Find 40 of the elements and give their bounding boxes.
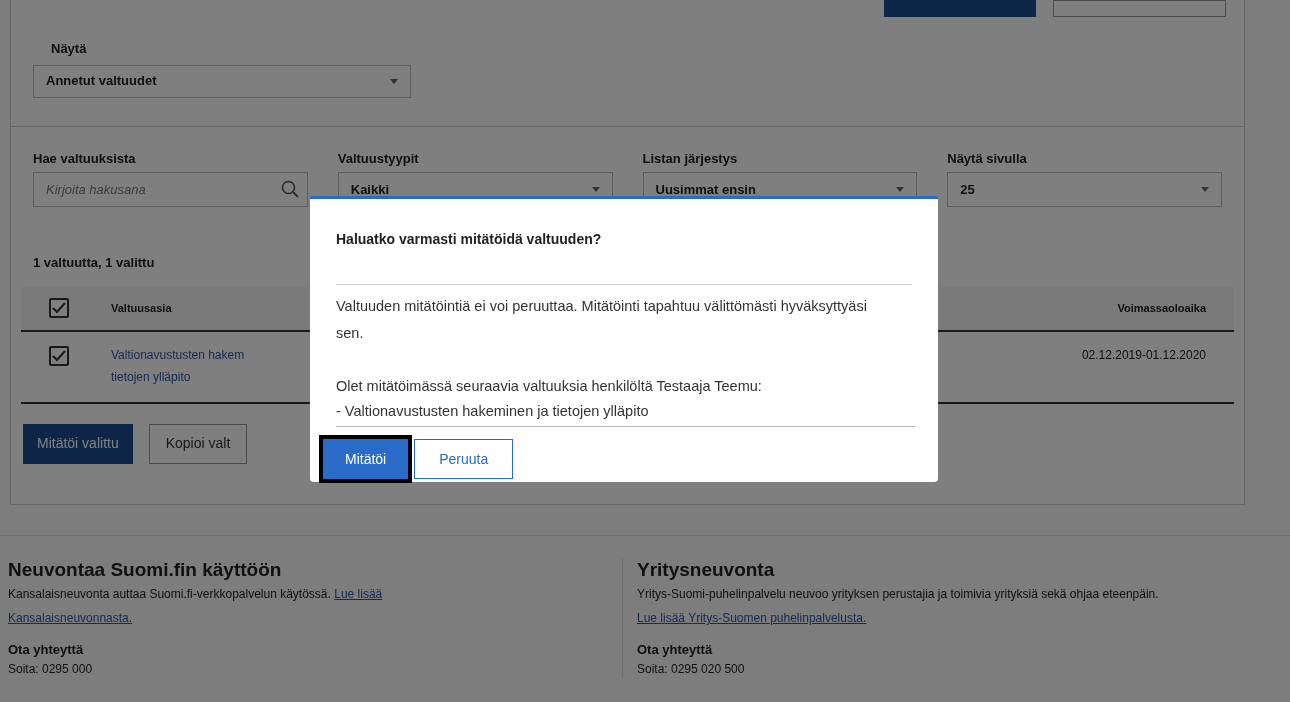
phone-text: Soita: 0295 000 [8, 661, 94, 678]
dialog-list-item: - Valtionavustusten hakeminen ja tietojen ylläpito [336, 402, 650, 421]
validity-cell-text: 02.12.2019-01.12.2020 [1081, 346, 1206, 364]
footer-link[interactable]: Kansalaisneuvonnasta. [8, 611, 133, 625]
search-field[interactable]: Kirjoita hakusana [33, 172, 308, 207]
field-label: Hae valtuuksista [33, 149, 137, 168]
footer-link[interactable]: Lue lisää [334, 587, 383, 601]
field-label: Näytä [51, 40, 88, 58]
matter-link[interactable]: tietojen ylläpito [111, 367, 245, 386]
select-field[interactable]: 25 [947, 172, 1222, 207]
caret-icon [896, 187, 905, 192]
footer-heading: Yritysneuvonta [637, 558, 776, 582]
column-header: Voimassaoloaika [1117, 300, 1206, 316]
field-label: Listan järjestys [642, 149, 739, 168]
footer-text: Yritys-Suomi-puhelinpalvelu neuvoo yrityksen perustajia ja toimivia yrityksiä sekä ohjaa eteenpäin. Lue lisää Yritys-Suomen puhelinpalvelusta. [637, 586, 1160, 627]
field-label: Näytä sivulla [947, 149, 1028, 168]
dialog-text: Valtuuden mitätöintiä ei voi peruuttaa. Mitätöinti tapahtuu välittömästi hyväksyttyäsi sen. [336, 297, 868, 343]
footer-heading: Neuvontaa Suomi.fin käyttöön [8, 558, 283, 582]
action-button[interactable]: Kopioi valt [148, 423, 248, 464]
column-header: Valtuusasia [111, 300, 172, 316]
matter-link[interactable]: Valtionavustusten hakem [111, 345, 245, 364]
count-text: 1 valtuutta, 1 valittu [32, 254, 156, 272]
contact-heading: Ota yhteyttä [637, 641, 714, 659]
caret-icon [390, 78, 398, 84]
contact-heading: Ota yhteyttä [8, 641, 85, 659]
caret-icon [591, 187, 600, 192]
checkbox[interactable] [49, 298, 69, 318]
footer-text: Kansalaisneuvonta auttaa Suomi.fi-verkkopalvelun käytössä. Lue lisää Kansalaisneuvonnasta. [8, 586, 384, 627]
search-icon[interactable] [280, 180, 299, 198]
footer-link[interactable]: Lue lisää Yritys-Suomen puhelinpalvelusta. [637, 611, 867, 625]
dialog-text: Olet mitätöimässä seuraavia valtuuksia henkilöltä Testaaja Teemu: [336, 377, 763, 396]
dialog-button[interactable]: Peruuta [414, 439, 514, 479]
dialog-title: Haluatko varmasti mitätöidä valtuuden? [336, 230, 603, 249]
field-label: Valtuustyypit [337, 149, 420, 168]
secondary-button[interactable] [1053, 0, 1226, 17]
phone-text: Soita: 0295 020 500 [637, 661, 746, 678]
caret-icon [1201, 187, 1209, 192]
select-field[interactable]: Annetut valtuudet [33, 64, 411, 98]
checkbox[interactable] [49, 345, 69, 366]
action-button[interactable]: Mitätöi valittu [23, 423, 133, 464]
